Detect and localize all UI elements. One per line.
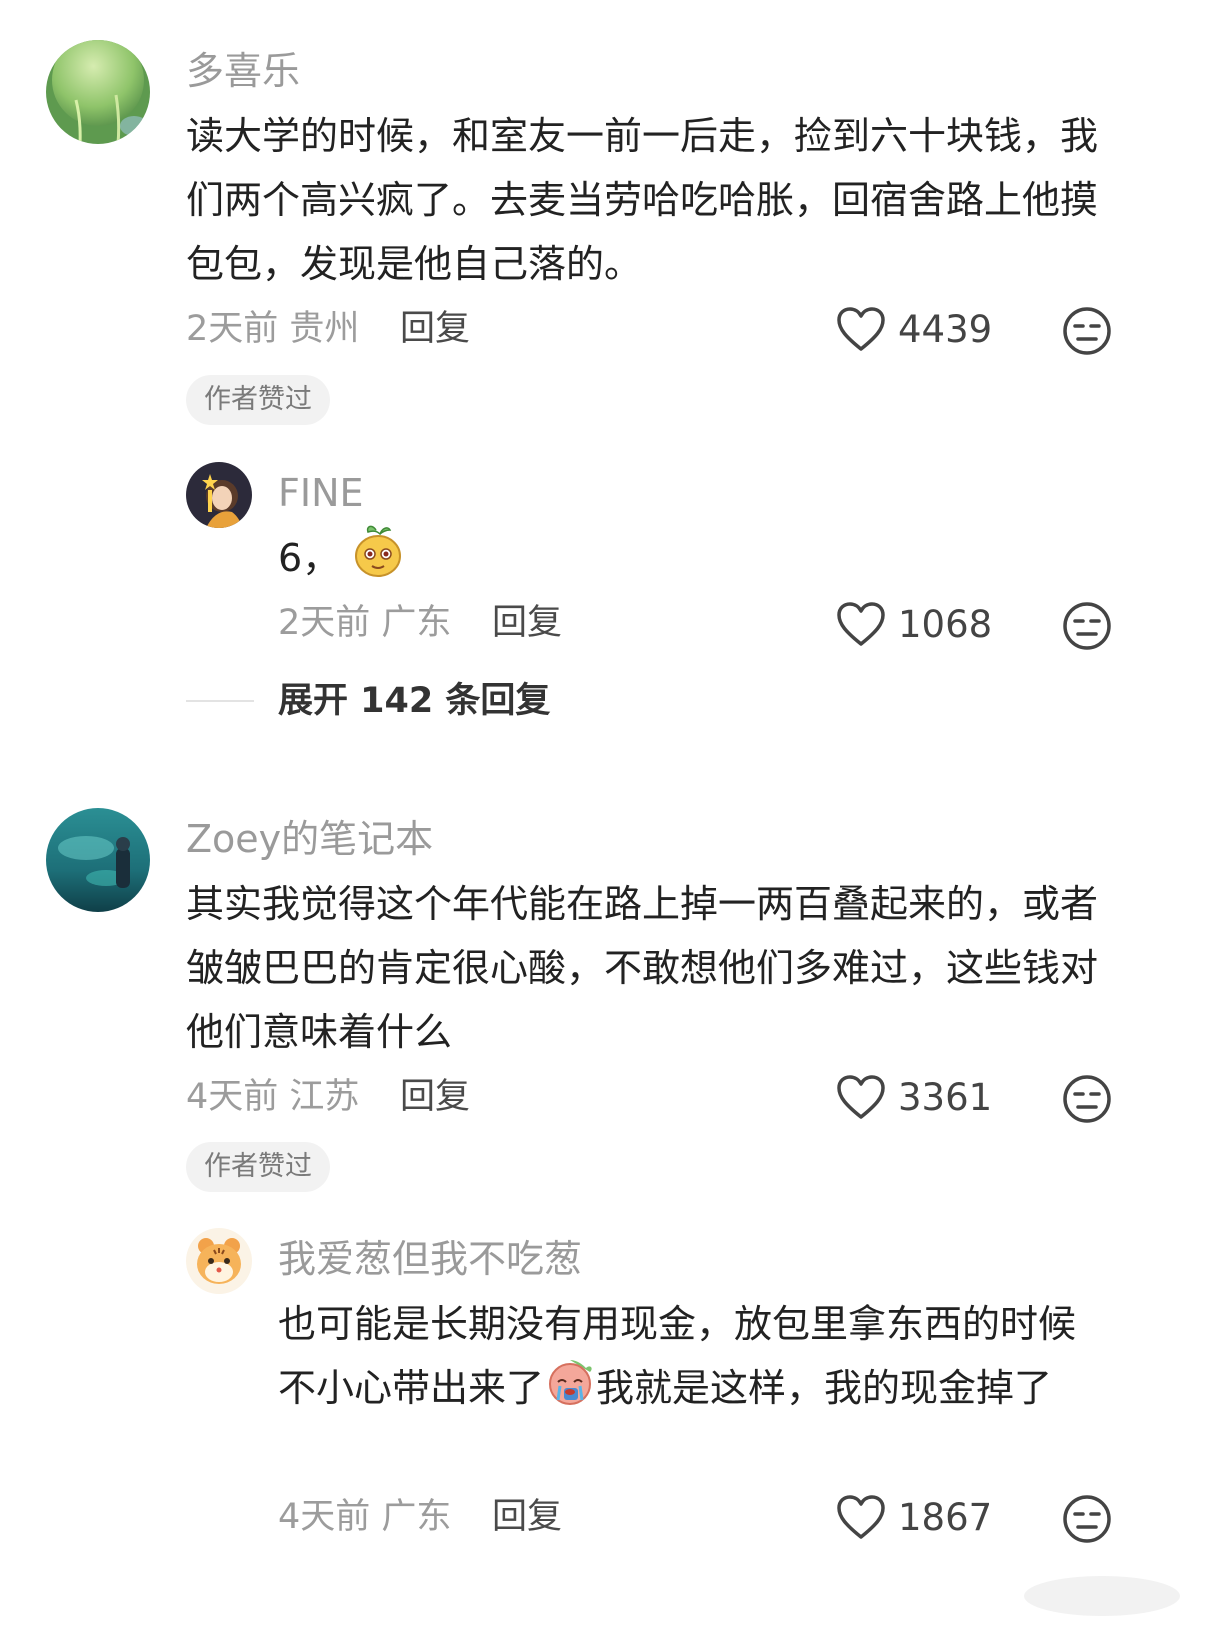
heart-outline-icon bbox=[837, 602, 885, 646]
reply-text-value: 6， bbox=[278, 536, 341, 580]
avatar[interactable] bbox=[186, 1228, 252, 1294]
unamused-face-icon bbox=[1063, 602, 1111, 650]
reply-text: 也可能是长期没有用现金，放包里拿东西的时候不小心带出来了 我就是这样，我的现金掉… bbox=[278, 1292, 1108, 1425]
expand-divider bbox=[186, 700, 254, 702]
like-button[interactable]: 1068 bbox=[836, 601, 992, 647]
like-button[interactable]: 1867 bbox=[836, 1494, 992, 1540]
crying-peach-sticker-icon bbox=[549, 1360, 592, 1405]
comment-text: 读大学的时候，和室友一前一后走，捡到六十块钱，我们两个高兴疯了。去麦当劳哈吃哈胀… bbox=[186, 114, 1099, 286]
reply-button[interactable]: 回复 bbox=[492, 1500, 562, 1535]
reply-text-after: 我就是这样，我的现金掉了 bbox=[596, 1366, 1053, 1410]
reply-author[interactable]: 我爱葱但我不吃葱 bbox=[278, 1240, 582, 1278]
expand-replies-button[interactable]: 展开 142 条回复 bbox=[278, 684, 550, 719]
comment-time-location: 2天前 贵州 bbox=[186, 309, 360, 349]
tiger-cartoon-avatar-image bbox=[186, 1228, 252, 1294]
aquarium-avatar-image bbox=[46, 808, 150, 912]
like-button[interactable]: 3361 bbox=[836, 1074, 992, 1120]
reply-button[interactable]: 回复 bbox=[492, 606, 562, 641]
unamused-face-icon bbox=[1063, 1075, 1111, 1123]
girl-illustration-avatar-image bbox=[186, 462, 252, 528]
reply-button[interactable]: 回复 bbox=[400, 312, 470, 347]
heart-outline-icon bbox=[837, 307, 885, 351]
sticker-emoji bbox=[352, 524, 404, 597]
heart-outline-icon bbox=[837, 1075, 885, 1119]
doge-sticker-icon bbox=[355, 525, 402, 577]
avatar[interactable] bbox=[186, 462, 252, 528]
dislike-button[interactable] bbox=[1062, 1074, 1112, 1128]
reply-time-location: 2天前 广东 bbox=[278, 603, 452, 643]
comment-time-location: 4天前 江苏 bbox=[186, 1077, 360, 1117]
reply-text: 6， bbox=[278, 524, 1098, 597]
like-count: 1068 bbox=[898, 602, 993, 646]
watermark-logo-image bbox=[1024, 1576, 1180, 1616]
lotus-leaf-avatar-image bbox=[46, 40, 150, 144]
comment-author[interactable]: 多喜乐 bbox=[186, 52, 300, 90]
unamused-face-icon bbox=[1063, 307, 1111, 355]
watermark bbox=[1022, 1573, 1182, 1619]
dislike-button[interactable] bbox=[1062, 601, 1112, 655]
dislike-button[interactable] bbox=[1062, 306, 1112, 360]
sticker-emoji bbox=[544, 1356, 596, 1425]
reply-button[interactable]: 回复 bbox=[400, 1080, 470, 1115]
avatar[interactable] bbox=[46, 40, 150, 144]
unamused-face-icon bbox=[1063, 1495, 1111, 1543]
reply-time-location: 4天前 广东 bbox=[278, 1497, 452, 1537]
like-button[interactable]: 4439 bbox=[836, 306, 992, 352]
avatar[interactable] bbox=[46, 808, 150, 912]
comment-author[interactable]: Zoey的笔记本 bbox=[186, 820, 433, 858]
heart-outline-icon bbox=[837, 1495, 885, 1539]
author-liked-badge: 作者赞过 bbox=[186, 1142, 330, 1192]
like-count: 4439 bbox=[898, 307, 993, 351]
like-count: 1867 bbox=[898, 1495, 993, 1539]
reply-author[interactable]: FINE bbox=[278, 474, 364, 512]
like-count: 3361 bbox=[898, 1075, 993, 1119]
author-liked-badge: 作者赞过 bbox=[186, 375, 330, 425]
comment-text: 其实我觉得这个年代能在路上掉一两百叠起来的，或者皱皱巴巴的肯定很心酸，不敢想他们… bbox=[186, 882, 1099, 1054]
dislike-button[interactable] bbox=[1062, 1494, 1112, 1548]
